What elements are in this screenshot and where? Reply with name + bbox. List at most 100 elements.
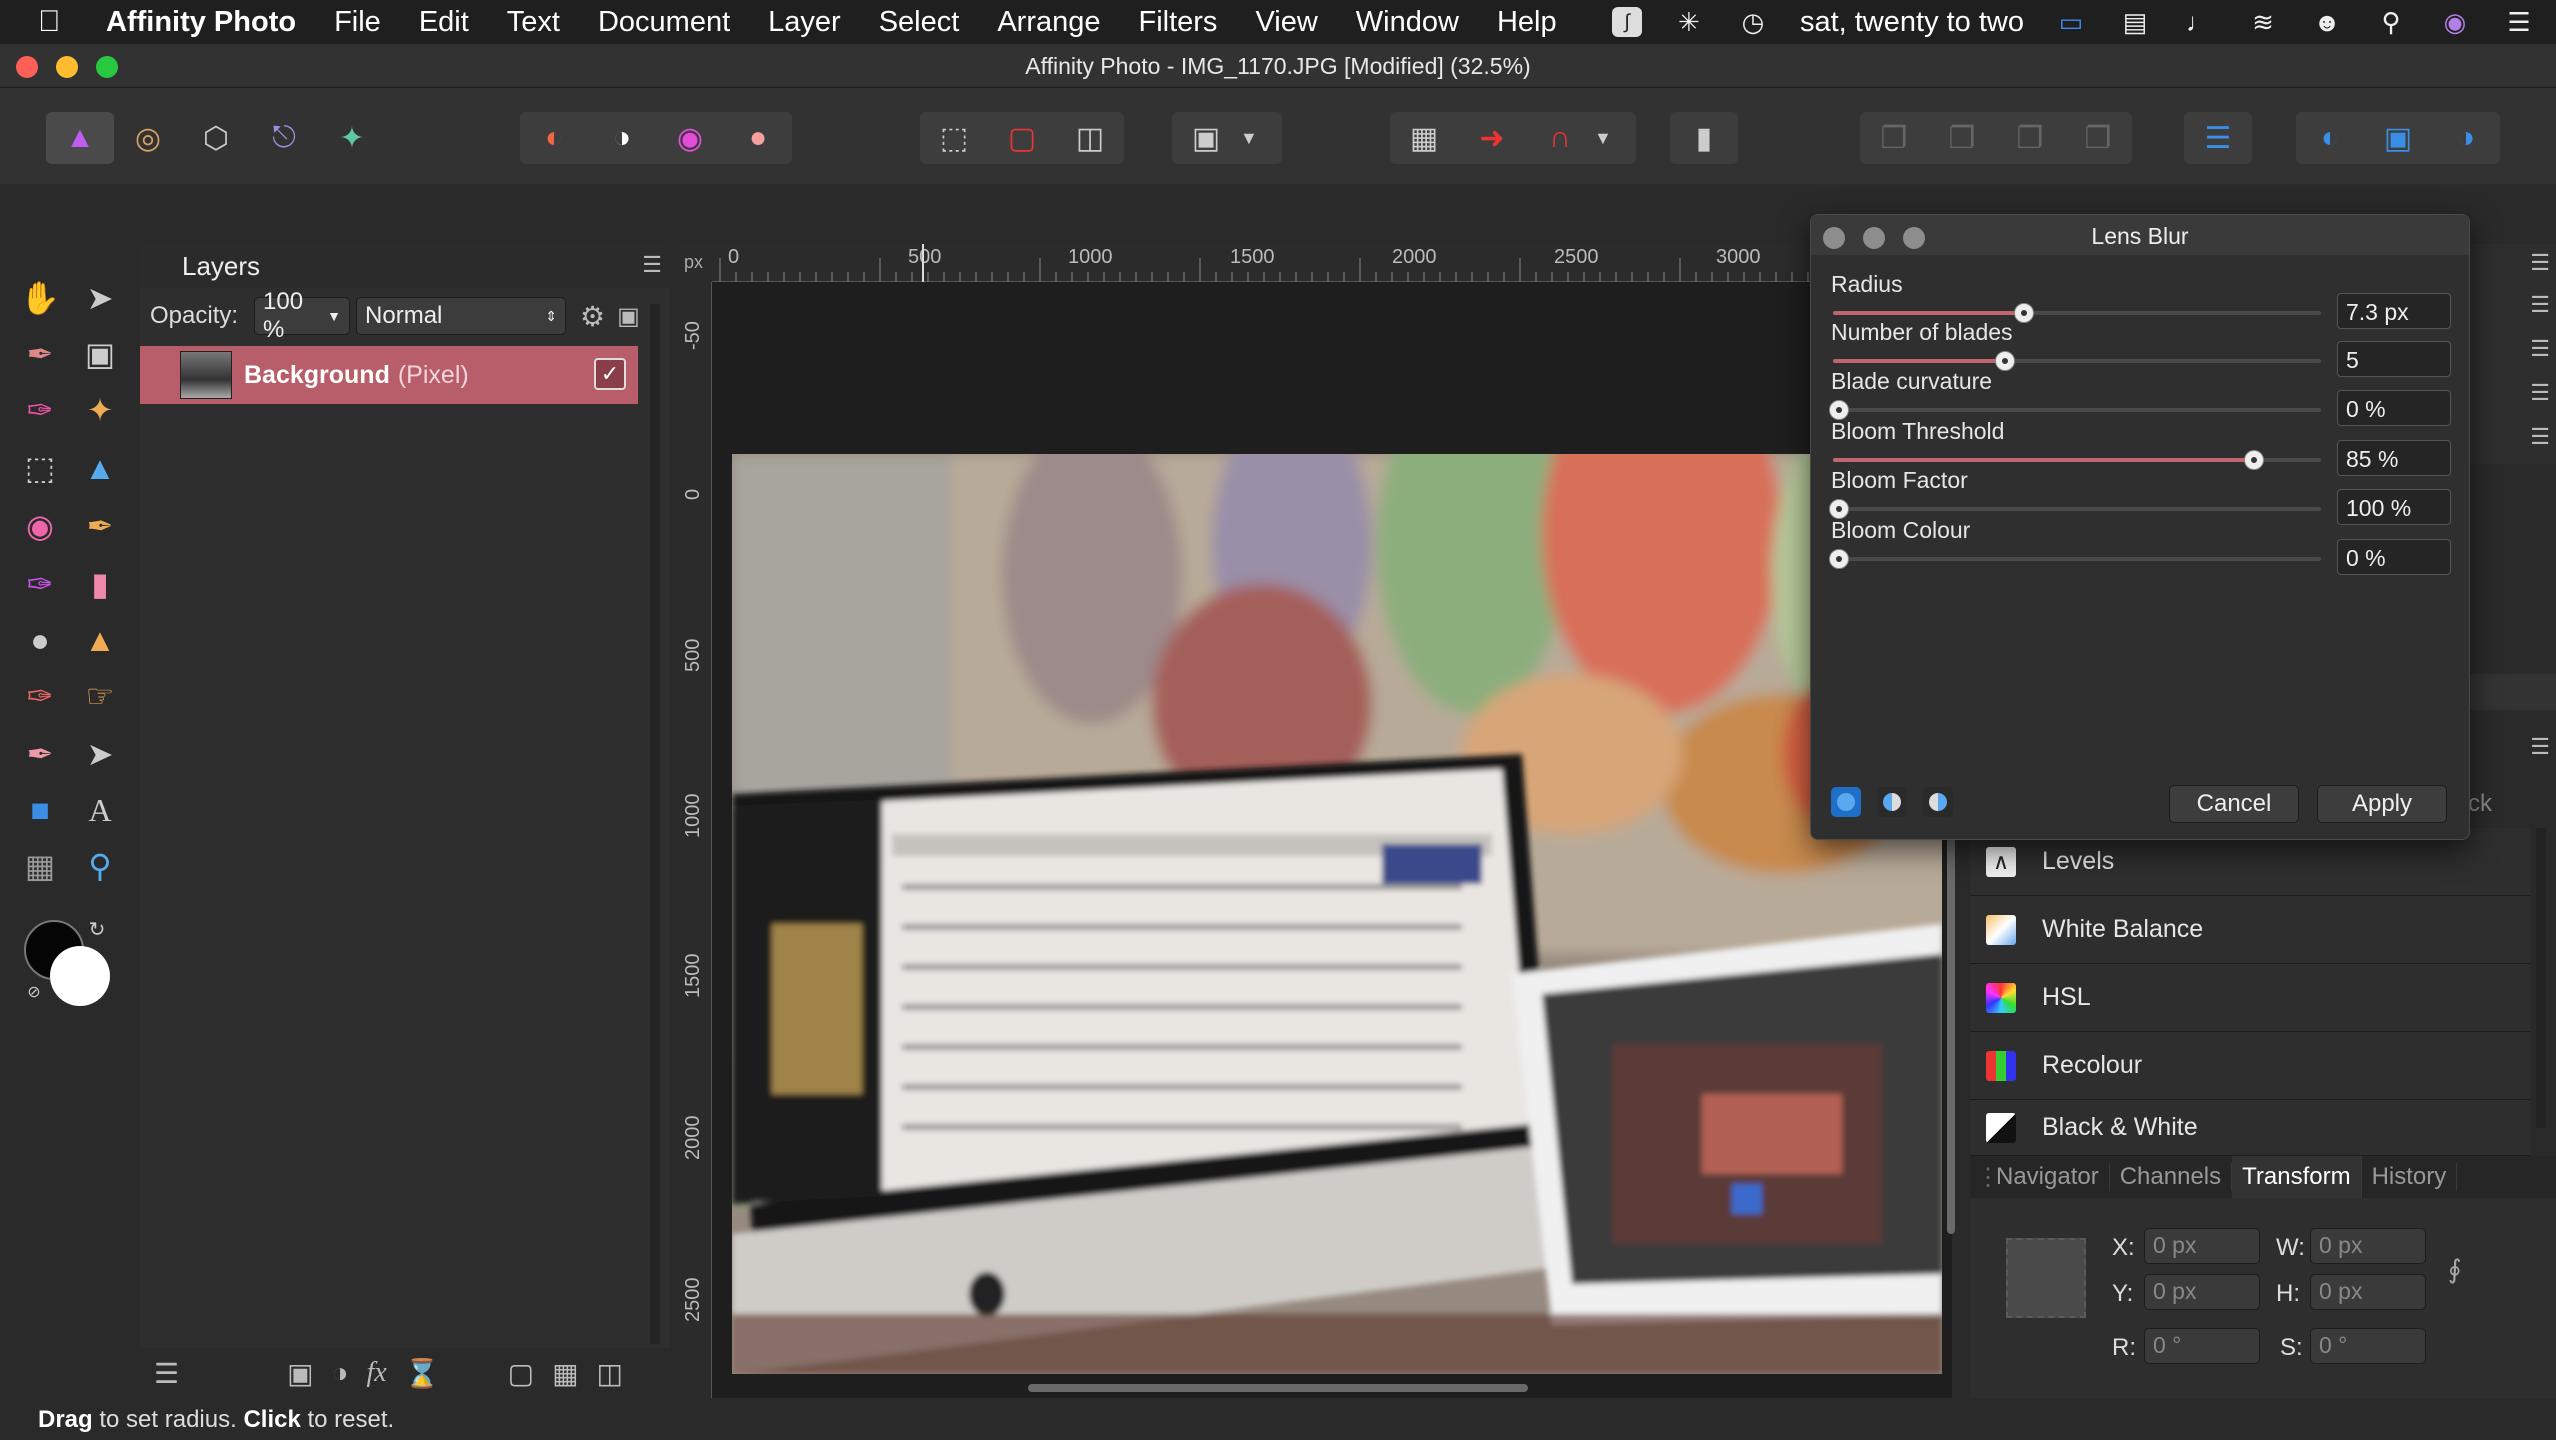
adjustment-white-balance[interactable]: White Balance (1970, 896, 2530, 964)
add-layer-icon[interactable]: ▦ (552, 1357, 578, 1390)
fx-icon[interactable]: fx (367, 1357, 387, 1389)
force-pixel-alignment-icon[interactable]: ➜ (1458, 112, 1526, 164)
menu-help[interactable]: Help (1497, 6, 1557, 39)
tab-layers[interactable]: Layers (182, 251, 260, 282)
tab-channels[interactable]: Channels (2110, 1163, 2233, 1191)
param-value-field[interactable]: 85 % (2337, 440, 2451, 476)
photo-persona-icon[interactable]: ▲ (46, 112, 114, 164)
adjustment-hsl[interactable]: HSL (1970, 964, 2530, 1032)
param-value-field[interactable]: 7.3 px (2337, 293, 2451, 329)
adjustment-recolour[interactable]: Recolour (1970, 1032, 2530, 1100)
menu-select[interactable]: Select (879, 6, 960, 39)
user-icon[interactable]: ☻ (2310, 7, 2344, 37)
param-value-field[interactable]: 5 (2337, 341, 2451, 377)
smudge-brush-tool-icon[interactable]: ☞ (76, 672, 124, 720)
adjustments-scrollbar[interactable] (2536, 828, 2546, 1128)
auto-levels-icon[interactable]: ◐ (520, 112, 588, 164)
slider-knob[interactable] (1994, 351, 2015, 371)
panel-menu-icon[interactable]: ☰ (2530, 336, 2550, 362)
display-icon[interactable]: ▤ (2118, 7, 2152, 37)
s-field[interactable]: 0 ° (2310, 1328, 2426, 1364)
layer-visibility-checkbox[interactable]: ✓ (594, 358, 626, 390)
menubar-clock[interactable]: sat, twenty to two (1800, 6, 2024, 39)
panel-menu-icon[interactable]: ☰ (2530, 250, 2550, 276)
panel-menu-icon[interactable]: ☰ (2530, 380, 2550, 406)
blemish-removal-tool-icon[interactable]: ✑ (16, 672, 64, 720)
param-value-field[interactable]: 0 % (2337, 539, 2451, 575)
param-slider[interactable] (1833, 450, 2321, 470)
notification-center-icon[interactable]: ☰ (2502, 7, 2536, 37)
view-hand-tool-icon[interactable]: ✋ (16, 274, 64, 322)
colour-replacement-tool-icon[interactable]: ◉ (16, 502, 64, 550)
swap-colours-icon[interactable]: ↻ (84, 916, 110, 942)
blend-mode-select[interactable]: Normal ⇕ (356, 297, 567, 335)
layer-row-background[interactable]: Background (Pixel) ✓ (140, 346, 638, 404)
chevron-down-icon[interactable]: ▼ (1594, 128, 1612, 149)
move-back-icon[interactable]: ❐ (1928, 112, 1996, 164)
live-filter-icon[interactable]: ⌛ (405, 1357, 440, 1390)
w-field[interactable]: 0 px (2310, 1228, 2426, 1264)
clone-brush-tool-icon[interactable]: ▲ (76, 616, 124, 664)
h-field[interactable]: 0 px (2310, 1274, 2426, 1310)
menu-view[interactable]: View (1255, 6, 1317, 39)
liquify-persona-icon[interactable]: ◎ (114, 112, 182, 164)
dialog-zoom-button[interactable] (1903, 227, 1925, 249)
blur-mode-split-icon[interactable] (1877, 787, 1907, 817)
auto-colours-icon[interactable]: ◉ (656, 112, 724, 164)
param-slider[interactable] (1829, 400, 2321, 420)
menu-edit[interactable]: Edit (419, 6, 469, 39)
intersect-shapes-icon[interactable]: ◑ (2432, 112, 2500, 164)
develop-persona-icon[interactable]: ⬡ (182, 112, 250, 164)
mesh-warp-tool-icon[interactable]: ▦ (16, 842, 64, 890)
move-to-front-icon[interactable]: ❐ (2064, 112, 2132, 164)
slider-knob[interactable] (1829, 499, 1849, 519)
transparent-colour-icon[interactable]: ⊘ (24, 982, 44, 1002)
volume-icon[interactable]: ♩ (2182, 7, 2216, 37)
param-slider[interactable] (1833, 303, 2321, 323)
bluetooth-icon[interactable]: ✳ (1672, 7, 1706, 37)
param-slider[interactable] (1829, 549, 2321, 569)
move-forward-icon[interactable]: ❐ (1996, 112, 2064, 164)
align-icon[interactable]: ☰ (2184, 112, 2252, 164)
tab-history[interactable]: History (2362, 1163, 2458, 1191)
layers-scrollbar[interactable] (650, 304, 660, 1344)
deselect-icon[interactable]: ▢ (988, 112, 1056, 164)
node-tool-icon[interactable]: ➤ (76, 730, 124, 778)
folder-icon[interactable]: ▢ (508, 1357, 534, 1390)
subtract-shapes-icon[interactable]: ▣ (2364, 112, 2432, 164)
gear-icon[interactable]: ⚙ (580, 300, 605, 333)
apple-menu-icon[interactable]:  (38, 5, 86, 39)
panel-menu-icon[interactable]: ☰ (2530, 734, 2550, 760)
apply-button[interactable]: Apply (2317, 785, 2447, 823)
grid-icon[interactable]: ▦ (1390, 112, 1458, 164)
airplay-icon[interactable]: ▭ (2054, 7, 2088, 37)
flood-select-tool-icon[interactable]: ✦ (76, 386, 124, 434)
cancel-button[interactable]: Cancel (2169, 785, 2299, 823)
marquee-tool-icon[interactable]: ⬚ (16, 444, 64, 492)
auto-contrast-icon[interactable]: ◑ (588, 112, 656, 164)
selection-brush-tool-icon[interactable]: ✑ (16, 386, 64, 434)
artistic-text-tool-icon[interactable]: A (76, 786, 124, 834)
script-icon[interactable]: ∫ (1611, 7, 1642, 37)
menu-filters[interactable]: Filters (1138, 6, 1217, 39)
opacity-field[interactable]: 100 % ▼ (254, 288, 351, 343)
assistant-tuxedo-icon[interactable]: ▮ (1670, 112, 1738, 164)
flood-fill-tool-icon[interactable]: ▲ (76, 444, 124, 492)
crop-tool-icon[interactable]: ▣ (76, 330, 124, 378)
mask-layer-icon[interactable]: ▣ (287, 1357, 313, 1390)
wifi-icon[interactable]: ≋ (2246, 7, 2280, 37)
dialog-close-button[interactable] (1823, 227, 1845, 249)
y-field[interactable]: 0 px (2144, 1274, 2260, 1310)
menu-layer[interactable]: Layer (768, 6, 841, 39)
tone-mapping-persona-icon[interactable]: ⎋ (250, 112, 318, 164)
time-machine-icon[interactable]: ◷ (1736, 7, 1770, 37)
panel-menu-icon[interactable]: ☰ (642, 252, 662, 278)
slider-knob[interactable] (1829, 549, 1849, 569)
anchor-point-selector[interactable] (2006, 1238, 2086, 1318)
tab-transform[interactable]: Transform (2232, 1156, 2362, 1198)
dodge-brush-tool-icon[interactable]: ● (16, 616, 64, 664)
layers-stack-icon[interactable]: ☰ (154, 1357, 179, 1390)
menu-window[interactable]: Window (1356, 6, 1459, 39)
x-field[interactable]: 0 px (2144, 1228, 2260, 1264)
invert-selection-icon[interactable]: ◫ (1056, 112, 1124, 164)
